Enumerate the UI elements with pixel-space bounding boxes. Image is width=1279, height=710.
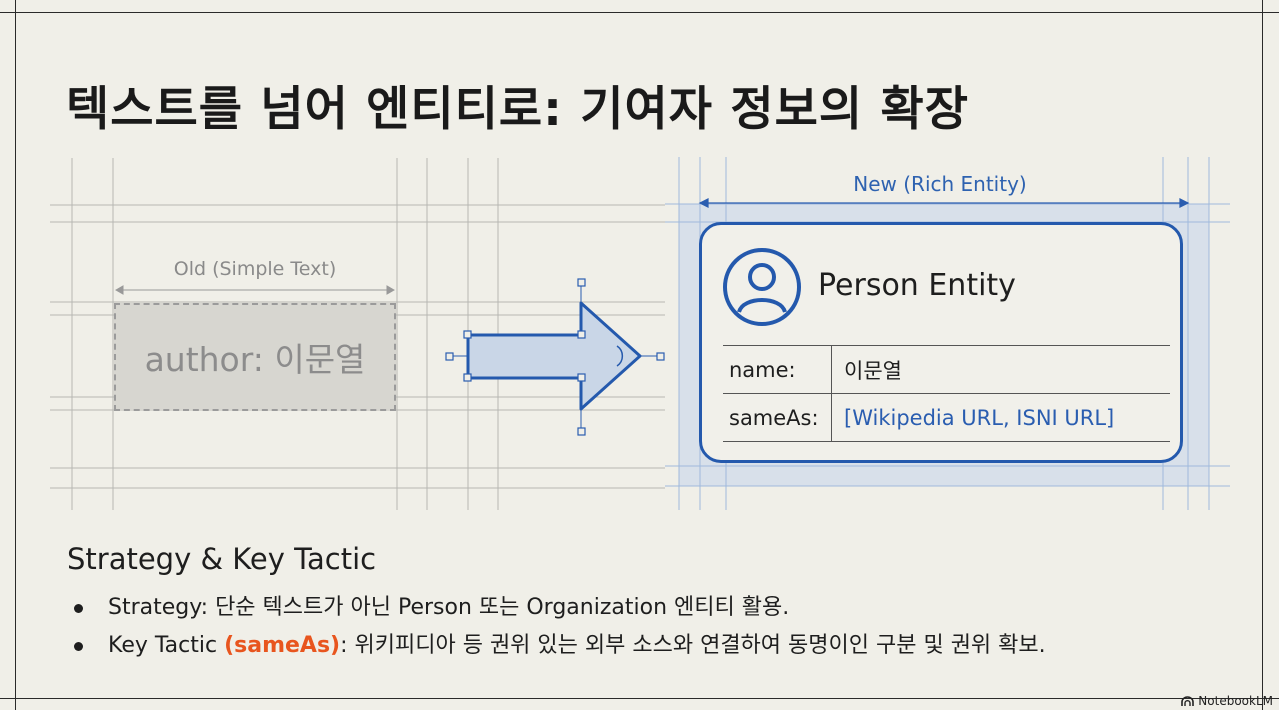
watermark: NotebookLM [1181,694,1273,708]
old-content: author: 이문열 [144,340,366,379]
bullet-list: Strategy: 단순 텍스트가 아닌 Person 또는 Organizat… [70,592,1046,668]
watermark-text: NotebookLM [1198,694,1273,708]
old-text-box: author: 이문열 [114,303,396,411]
bullet-item: Key Tactic (sameAs): 위키피디아 등 권위 있는 외부 소스… [70,630,1046,668]
person-avatar-icon [723,248,801,326]
section-heading: Strategy & Key Tactic [67,542,377,576]
bullet-prefix: Key Tactic [108,633,225,658]
property-value: 이문열 [831,345,1170,394]
bullet-item: Strategy: 단순 텍스트가 아닌 Person 또는 Organizat… [70,592,1046,630]
old-label: Old (Simple Text) [173,258,337,280]
property-row-sameas: sameAs: [Wikipedia URL, ISNI URL] [723,393,1170,442]
entity-title: Person Entity [818,268,1016,303]
property-value-link: [Wikipedia URL, ISNI URL] [831,393,1170,442]
property-row-name: name: 이문열 [723,345,1170,394]
property-key: sameAs: [723,393,832,442]
entity-properties-table: name: 이문열 sameAs: [Wikipedia URL, ISNI U… [723,345,1170,442]
property-key: name: [723,345,832,394]
old-dimension-line [114,285,396,295]
bullet-text: Strategy: 단순 텍스트가 아닌 Person 또는 Organizat… [108,595,790,620]
notebooklm-logo-icon [1181,695,1195,706]
bullet-accent: (sameAs) [224,633,341,658]
bullet-dot-icon [74,604,83,613]
bullet-suffix: : 위키피디아 등 권위 있는 외부 소스와 연결하여 동명이인 구분 및 권위… [340,633,1046,658]
bullet-dot-icon [74,642,83,651]
new-label: New (Rich Entity) [853,172,1027,196]
